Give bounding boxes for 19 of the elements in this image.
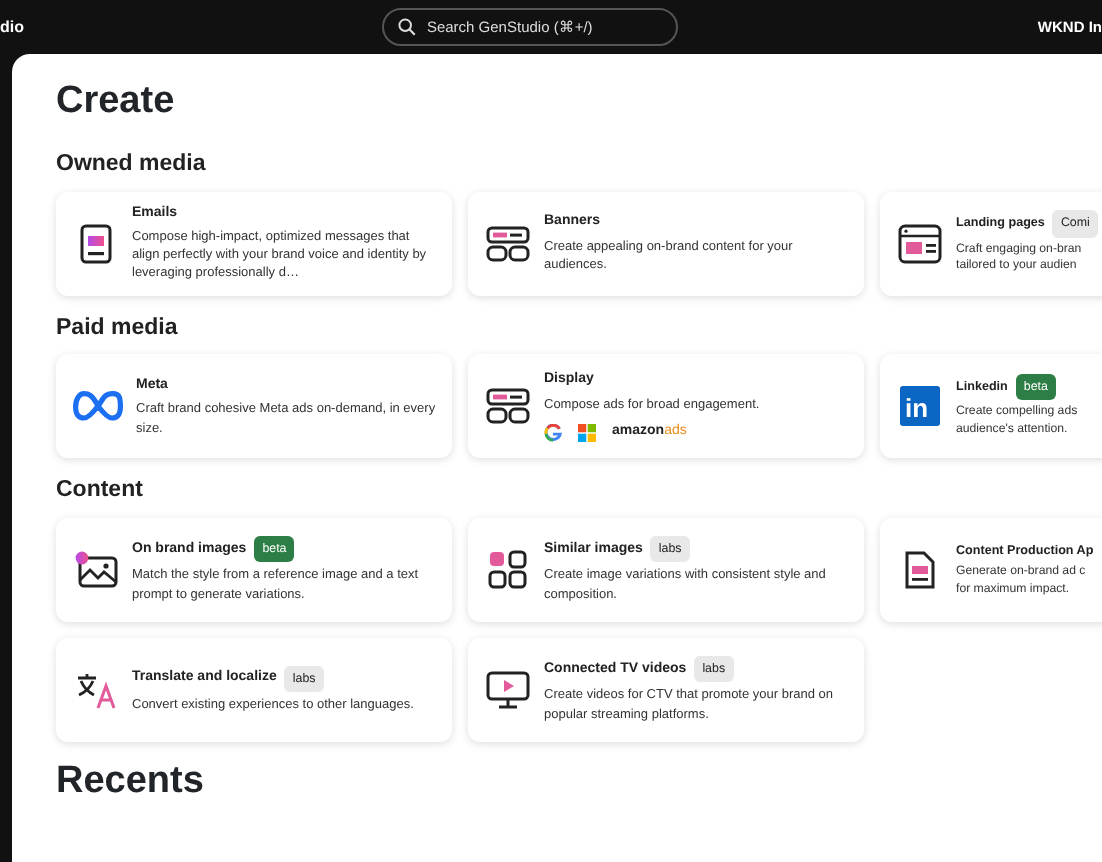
- page-title: Create: [56, 82, 177, 120]
- linkedin-logo-icon: in: [900, 386, 940, 427]
- email-icon: [78, 223, 114, 264]
- banner-icon: [486, 225, 530, 262]
- section-title: Paid media: [56, 315, 180, 341]
- windows-logo-icon: [578, 423, 596, 442]
- app-name[interactable]: dio: [0, 15, 24, 39]
- section-title: Owned media: [56, 152, 208, 178]
- tv-icon: [486, 669, 530, 710]
- banner-icon: [486, 388, 530, 425]
- google-logo-icon: [544, 423, 562, 442]
- grid-icon: [488, 549, 528, 590]
- web-page-icon: [898, 223, 942, 264]
- infinity-icon: [72, 390, 124, 423]
- section-title: Recents: [56, 761, 206, 800]
- section-title: Content: [56, 478, 145, 504]
- document-icon: [904, 549, 936, 590]
- image-icon: [74, 549, 118, 590]
- translate-icon: [74, 669, 118, 710]
